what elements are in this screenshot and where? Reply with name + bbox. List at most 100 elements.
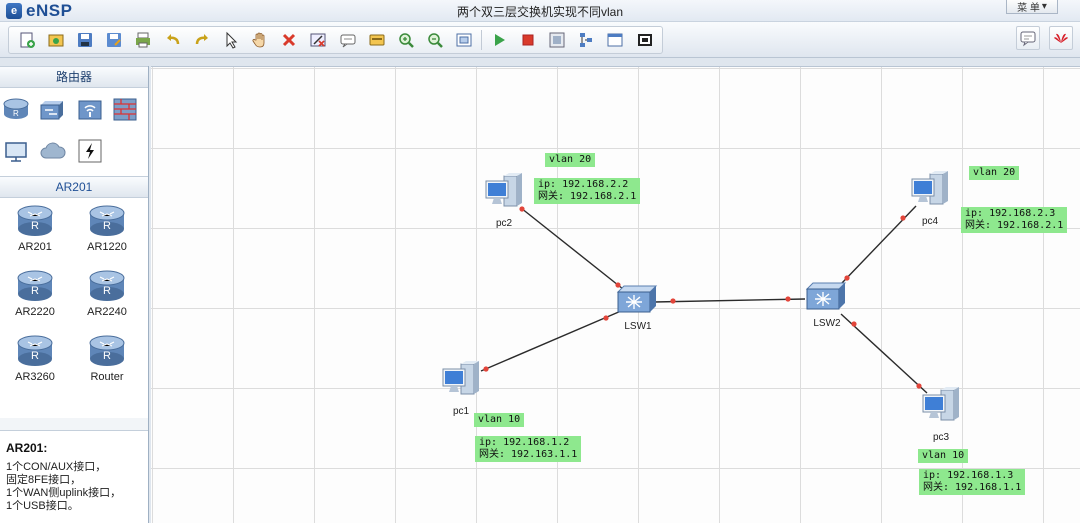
palette-button[interactable] [365, 28, 389, 52]
svg-text:R: R [103, 350, 111, 362]
new-topology-button[interactable] [15, 28, 39, 52]
device-pc3[interactable]: pc3 [916, 387, 966, 443]
device-pc2[interactable]: pc2 [479, 173, 529, 229]
device-item-router[interactable]: R Router [72, 334, 142, 394]
print-button[interactable] [131, 28, 155, 52]
topology-canvas[interactable]: pc2 pc4 pc1 pc3 LSW1 LSW2 vlan 20 ip: 19… [151, 66, 1080, 523]
play-icon [494, 34, 505, 46]
device-item-ar2220[interactable]: R AR2220 [0, 269, 70, 329]
port-dot [851, 321, 857, 327]
note-pc2-vlan[interactable]: vlan 20 [545, 153, 596, 167]
lightning-cable-icon [78, 139, 102, 163]
stop-all-button[interactable] [516, 28, 540, 52]
select-button[interactable] [219, 28, 243, 52]
pc-icon [485, 173, 522, 207]
link-lsw1-lsw2[interactable] [653, 298, 806, 303]
link-pc1-lsw1[interactable] [480, 310, 622, 372]
camera-icon [637, 34, 652, 46]
topology-view-button[interactable] [574, 28, 598, 52]
delete-links-button[interactable] [306, 28, 330, 52]
fit-window-button[interactable] [452, 28, 476, 52]
open-button[interactable] [44, 28, 68, 52]
device-item-ar1220[interactable]: R AR1220 [72, 204, 142, 264]
port-dot [785, 296, 791, 302]
start-all-button[interactable] [487, 28, 511, 52]
capture-icon [549, 32, 565, 48]
redo-icon [195, 34, 208, 45]
zoom-out-icon [428, 33, 444, 48]
l3-switch-icon [805, 282, 847, 310]
save-icon [77, 33, 92, 47]
router-icon: R [17, 205, 53, 236]
device-info-line: 1个USB接口。 [6, 500, 79, 512]
zoom-in-button[interactable] [394, 28, 418, 52]
delete-button[interactable] [277, 28, 301, 52]
l3-switch-icon [616, 285, 658, 313]
toolbar-separator [481, 30, 482, 50]
zoom-in-icon [399, 33, 414, 48]
note-pc1-ip: ip: 192.168.1.2 [479, 437, 570, 448]
device-category-grid: R [0, 88, 148, 176]
note-pc4-addressing[interactable]: ip: 192.168.2.3 网关: 192.168.2.1 [961, 207, 1068, 233]
feedback-button[interactable] [1016, 26, 1041, 50]
device-panel: 路由器 R AR201 R AR201 R AR1220 R AR2220 R … [0, 66, 149, 523]
device-list: R AR201 R AR1220 R AR2220 R AR2240 R AR3… [0, 198, 148, 418]
device-item-ar2240[interactable]: R AR2240 [72, 269, 142, 329]
cloud-category[interactable] [38, 136, 68, 166]
new-file-icon [20, 32, 35, 48]
switch-category[interactable] [38, 94, 68, 124]
capture-data-button[interactable] [545, 28, 569, 52]
device-pc1[interactable]: pc1 [436, 361, 486, 417]
device-label: pc4 [921, 216, 939, 227]
note-pc1-gateway: 网关: 192.163.1.1 [479, 449, 578, 460]
router-category[interactable]: R [1, 94, 31, 124]
main-menu-button[interactable]: 菜 单 ▾ [1006, 0, 1058, 14]
pc-icon [442, 361, 479, 395]
pan-button[interactable] [248, 28, 272, 52]
note-pc2-addressing[interactable]: ip: 192.168.2.2 网关: 192.168.2.1 [534, 178, 641, 204]
stop-icon [522, 34, 534, 46]
svg-text:R: R [103, 285, 111, 297]
terminal-category[interactable] [1, 136, 31, 166]
note-pc3-vlan[interactable]: vlan 10 [918, 449, 969, 463]
text-note-icon [340, 34, 356, 48]
device-lsw2[interactable]: LSW2 [802, 279, 852, 329]
link-pc2-lsw1[interactable] [520, 207, 624, 290]
firewall-category[interactable] [110, 94, 140, 124]
device-lsw1[interactable]: LSW1 [613, 282, 663, 332]
device-pc4[interactable]: pc4 [905, 171, 955, 227]
text-note-button[interactable] [336, 28, 360, 52]
device-item-ar201[interactable]: R AR201 [0, 204, 70, 264]
window-icon [607, 33, 623, 47]
router-icon: R [17, 270, 53, 301]
wireless-category-icon [78, 100, 102, 120]
svg-text:R: R [31, 285, 39, 297]
redo-button[interactable] [190, 28, 214, 52]
huawei-button[interactable] [1049, 26, 1074, 50]
topology-icon [580, 33, 593, 47]
note-pc1-addressing[interactable]: ip: 192.168.1.2 网关: 192.163.1.1 [475, 436, 582, 462]
save-as-button[interactable] [102, 28, 126, 52]
cli-window-button[interactable] [603, 28, 627, 52]
zoom-out-button[interactable] [423, 28, 447, 52]
note-pc3-ip: ip: 192.168.1.3 [923, 470, 1014, 481]
note-pc4-ip: ip: 192.168.2.3 [965, 208, 1056, 219]
device-label: Router [90, 371, 124, 383]
screenshot-button[interactable] [633, 28, 657, 52]
device-item-ar3260[interactable]: R AR3260 [0, 334, 70, 394]
main-menu-label: 菜 单 [1017, 3, 1040, 14]
print-icon [136, 32, 151, 48]
device-label: pc3 [932, 432, 950, 443]
undo-button[interactable] [161, 28, 185, 52]
note-pc4-gateway: 网关: 192.168.2.1 [965, 220, 1064, 231]
note-pc3-addressing[interactable]: ip: 192.168.1.3 网关: 192.168.1.1 [919, 469, 1026, 495]
note-pc4-vlan[interactable]: vlan 20 [969, 166, 1020, 180]
connection-category[interactable] [75, 136, 105, 166]
device-label: pc2 [495, 218, 513, 229]
note-pc1-vlan[interactable]: vlan 10 [474, 413, 525, 427]
wireless-category[interactable] [75, 94, 105, 124]
window-title: 两个双三层交换机实现不同vlan [456, 5, 623, 19]
note-pc2-ip: ip: 192.168.2.2 [538, 179, 629, 190]
save-button[interactable] [73, 28, 97, 52]
device-label: AR1220 [87, 241, 127, 253]
